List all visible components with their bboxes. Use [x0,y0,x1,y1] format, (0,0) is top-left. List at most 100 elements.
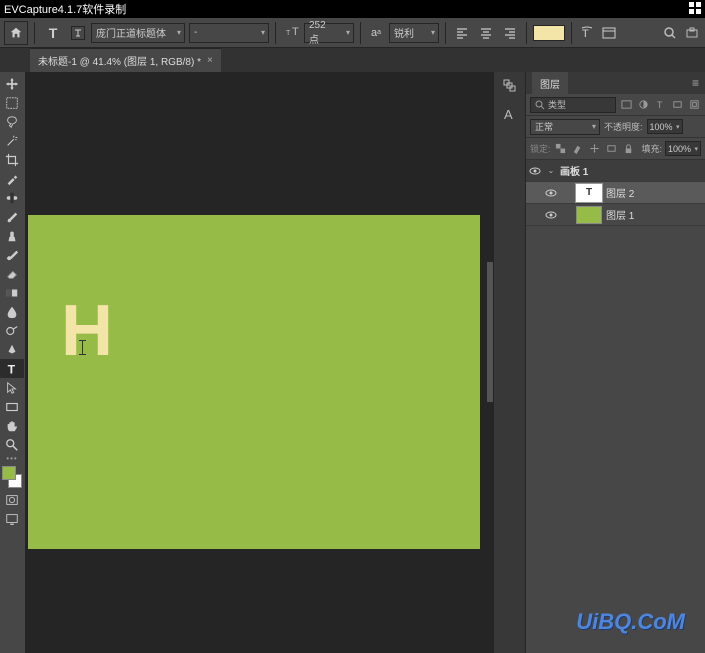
hand-tool[interactable] [0,416,24,435]
font-family-dropdown[interactable]: 庞门正道标题体 [91,23,185,43]
blur-tool[interactable] [0,302,24,321]
align-left-button[interactable] [453,24,471,42]
eraser-tool[interactable] [0,264,24,283]
text-orientation-toggle[interactable] [71,26,85,40]
antialiasing-value: 锐利 [394,25,414,40]
svg-text:T: T [8,362,16,376]
crop-tool[interactable] [0,150,24,169]
search-button[interactable] [661,24,679,42]
lock-transparency-icon[interactable] [554,142,568,156]
fill-value: 100% [668,144,691,154]
text-tool-indicator[interactable]: T [41,21,65,45]
character-panel-toggle[interactable] [600,24,618,42]
blend-mode-dropdown[interactable]: 正常 [530,119,600,135]
lock-all-icon[interactable] [622,142,636,156]
foreground-color-swatch[interactable] [2,466,16,480]
screen-mode-button[interactable] [0,509,24,528]
svg-text:T: T [582,28,589,40]
layer-name[interactable]: 图层 2 [606,185,634,200]
align-right-button[interactable] [501,24,519,42]
healing-brush-tool[interactable] [0,188,24,207]
rectangle-tool[interactable] [0,397,24,416]
toolbox: T ••• [0,72,26,653]
svg-text:T: T [292,26,299,37]
lock-artboard-icon[interactable] [605,142,619,156]
close-tab-icon[interactable]: × [207,55,213,66]
svg-text:A: A [504,107,513,122]
document-tab[interactable]: 未标题-1 @ 41.4% (图层 1, RGB/8) * × [30,48,221,72]
home-button[interactable] [4,21,28,45]
opacity-value: 100% [650,122,673,132]
history-panel-icon[interactable] [500,76,520,96]
canvas-text-content[interactable]: H [61,290,113,372]
eyedropper-tool[interactable] [0,169,24,188]
layers-panel: 图层 ≡ 类型 T 正常 不透明度: 100% [525,72,705,653]
lock-label: 锁定: [530,142,551,155]
pen-tool[interactable] [0,340,24,359]
layer-filter-value: 类型 [548,98,566,111]
layer-thumbnail[interactable]: T [576,184,602,202]
artboard-canvas[interactable]: H [28,215,480,549]
quickmask-toggle[interactable] [0,490,24,509]
dodge-tool[interactable] [0,321,24,340]
artboard-name: 画板 1 [560,163,588,178]
history-brush-tool[interactable] [0,245,24,264]
window-controls-icon[interactable] [689,2,701,17]
separator [571,22,572,44]
fill-input[interactable]: 100% [665,141,701,156]
layer-name[interactable]: 图层 1 [606,207,634,222]
font-size-icon: TT [286,25,300,40]
canvas-area[interactable]: H [26,72,493,653]
font-size-value: 252 点 [309,20,337,46]
gradient-tool[interactable] [0,283,24,302]
warp-text-button[interactable]: T [578,24,596,42]
filter-type-icon[interactable]: T [653,98,667,112]
layer-thumbnail[interactable] [576,206,602,224]
separator [445,22,446,44]
artboard-row[interactable]: ⌄ 画板 1 [526,160,705,182]
antialiasing-icon: aa [367,24,385,42]
share-button[interactable] [683,24,701,42]
lasso-tool[interactable] [0,112,24,131]
align-center-button[interactable] [477,24,495,42]
panel-menu-icon[interactable]: ≡ [692,76,699,90]
text-color-swatch[interactable] [533,25,565,41]
separator [360,22,361,44]
edit-toolbar-button[interactable]: ••• [0,454,24,464]
magic-wand-tool[interactable] [0,131,24,150]
marquee-tool[interactable] [0,93,24,112]
font-style-dropdown[interactable]: - [189,23,269,43]
zoom-tool[interactable] [0,435,24,454]
filter-shape-icon[interactable] [670,98,684,112]
brush-tool[interactable] [0,207,24,226]
vertical-scrollbar[interactable] [487,262,493,402]
layer-filter-dropdown[interactable]: 类型 [530,97,616,113]
visibility-toggle-icon[interactable] [544,186,558,200]
filter-adjustment-icon[interactable] [636,98,650,112]
foreground-background-colors[interactable] [0,466,24,490]
svg-text:T: T [656,100,662,110]
antialiasing-dropdown[interactable]: 锐利 [389,23,439,43]
path-selection-tool[interactable] [0,378,24,397]
type-tool[interactable]: T [0,359,24,378]
font-size-dropdown[interactable]: 252 点 [304,23,354,43]
layers-panel-tab[interactable]: 图层 [532,72,568,95]
font-style-value: - [194,27,197,38]
move-tool[interactable] [0,74,24,93]
filter-pixel-icon[interactable] [619,98,633,112]
visibility-toggle-icon[interactable] [544,208,558,222]
opacity-input[interactable]: 100% [647,119,683,134]
layer-row[interactable]: 图层 1 [526,204,705,226]
visibility-toggle-icon[interactable] [528,164,542,178]
chevron-down-icon[interactable]: ⌄ [546,166,556,175]
filter-smartobject-icon[interactable] [687,98,701,112]
lock-pixels-icon[interactable] [571,142,585,156]
layer-row[interactable]: T 图层 2 [526,182,705,204]
clone-stamp-tool[interactable] [0,226,24,245]
font-family-value: 庞门正道标题体 [96,25,166,40]
character-panel-icon[interactable]: A [500,104,520,124]
document-tab-label: 未标题-1 @ 41.4% (图层 1, RGB/8) * [38,53,201,68]
lock-position-icon[interactable] [588,142,602,156]
layers-list: ⌄ 画板 1 T 图层 2 图层 1 [526,160,705,653]
svg-text:T: T [286,30,291,37]
